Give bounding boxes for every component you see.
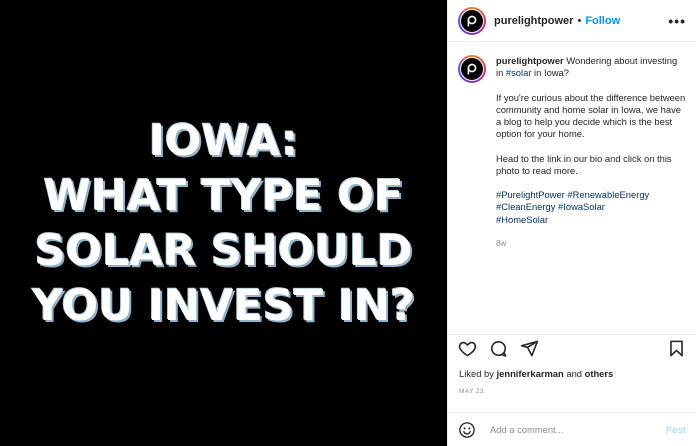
- caption-paragraph: If you're curious about the difference b…: [496, 91, 686, 140]
- caption-body: purelightpower Wondering about investing…: [496, 55, 686, 250]
- action-bar: [448, 334, 696, 362]
- image-text-line: WHAT TYPE OF: [43, 171, 404, 221]
- caption-username[interactable]: purelightpower: [496, 55, 564, 66]
- image-text-line: YOU INVEST IN?: [32, 281, 415, 331]
- liked-by-suffix: and: [563, 368, 585, 379]
- image-text-line: SOLAR SHOULD: [34, 226, 413, 276]
- image-text-line: IOWA:: [148, 116, 299, 166]
- caption-text: in Iowa?: [531, 67, 569, 79]
- liked-by: Liked by jenniferkarman and others: [459, 368, 613, 379]
- caption-time-ago[interactable]: 8w: [496, 238, 686, 250]
- heart-icon[interactable]: [458, 339, 477, 358]
- post-sidebar: purelightpower • Follow ••• purelightpow…: [447, 0, 696, 446]
- post-comment-button[interactable]: Post: [666, 424, 686, 435]
- header-username[interactable]: purelightpower: [494, 15, 573, 27]
- liked-by-user[interactable]: jenniferkarman: [497, 368, 564, 379]
- comment-input[interactable]: [488, 423, 666, 436]
- instagram-post: IOWA: WHAT TYPE OF SOLAR SHOULD YOU INVE…: [0, 0, 696, 446]
- hashtag-link[interactable]: #solar: [506, 67, 532, 78]
- hashtag-link[interactable]: #PurelightPower: [496, 189, 565, 200]
- hashtag-link[interactable]: #HomeSolar: [496, 214, 548, 225]
- follow-button[interactable]: Follow: [585, 15, 620, 27]
- caption-paragraph: Head to the link in our bio and click on…: [496, 152, 672, 176]
- caption-avatar[interactable]: [458, 55, 486, 83]
- emoji-icon[interactable]: [458, 421, 476, 439]
- post-image[interactable]: IOWA: WHAT TYPE OF SOLAR SHOULD YOU INVE…: [0, 0, 447, 446]
- purelight-logo-icon: [467, 15, 477, 26]
- post-header: purelightpower • Follow •••: [448, 0, 696, 42]
- caption-area: purelightpower Wondering about investing…: [448, 42, 696, 334]
- liked-by-prefix: Liked by: [459, 368, 497, 379]
- comment-icon[interactable]: [489, 339, 508, 358]
- hashtag-link[interactable]: #RenewableEnergy: [567, 189, 649, 200]
- bookmark-icon[interactable]: [667, 339, 686, 358]
- post-image-text: IOWA: WHAT TYPE OF SOLAR SHOULD YOU INVE…: [32, 114, 415, 334]
- purelight-logo-icon: [467, 63, 477, 75]
- caption-intro: purelightpower Wondering about investing…: [496, 55, 686, 79]
- hashtag-link[interactable]: #CleanEnergy: [496, 201, 555, 212]
- more-options-icon[interactable]: •••: [668, 13, 686, 29]
- caption-hashtags: #PurelightPower #RenewableEnergy #CleanEn…: [496, 189, 686, 226]
- post-date[interactable]: MAY 23: [459, 388, 484, 395]
- avatar[interactable]: [458, 6, 486, 35]
- caption: purelightpower Wondering about investing…: [458, 55, 686, 250]
- separator-dot: •: [577, 14, 582, 27]
- share-icon[interactable]: [520, 339, 539, 358]
- hashtag-link[interactable]: #IowaSolar: [558, 201, 605, 212]
- comment-bar: Post: [448, 412, 696, 446]
- liked-by-others[interactable]: others: [585, 368, 614, 379]
